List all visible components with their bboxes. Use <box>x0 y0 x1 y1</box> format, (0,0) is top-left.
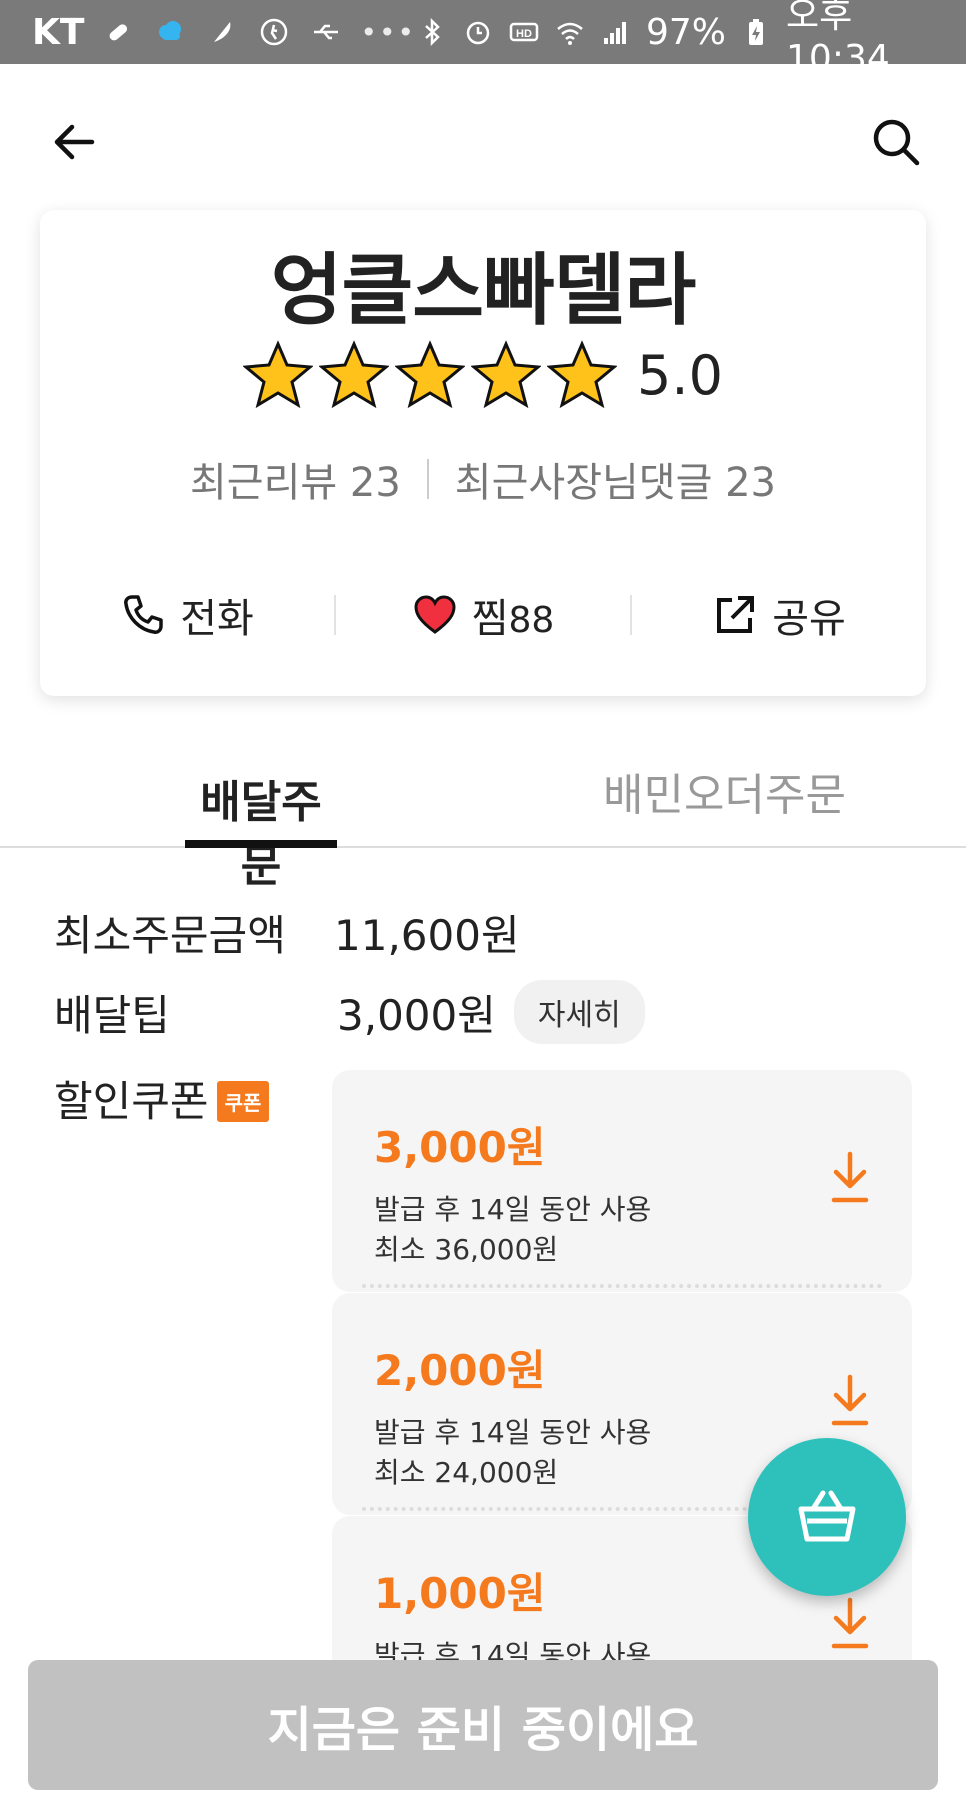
alarm-icon <box>462 14 494 50</box>
more-notifications-icon: ••• <box>360 15 416 49</box>
search-button[interactable] <box>866 112 926 172</box>
coupon-minimum: 최소 36,000원 <box>374 1233 559 1266</box>
usb-icon <box>308 14 344 50</box>
phone-icon <box>124 595 163 634</box>
shop-info-card: 엉클스빠델라 5.0 최근리뷰 23 최근사장님댓글 23 전화 찜88 공유 <box>40 210 926 696</box>
coupon-card[interactable]: 3,000원 발급 후 14일 동안 사용 최소 36,000원 <box>332 1070 912 1292</box>
coupon-tag-icon: 쿠폰 <box>216 1081 270 1122</box>
delivery-tip-row: 배달팁 3,000원 자세히 <box>54 980 645 1044</box>
recent-reviews-link[interactable]: 최근리뷰 23 <box>190 450 401 508</box>
bluetooth-icon <box>416 14 448 50</box>
coupon-amount: 2,000원 <box>374 1346 546 1395</box>
coupon-label-text: 할인쿠폰 <box>54 1077 209 1126</box>
search-icon <box>873 119 920 166</box>
battery-charging-icon <box>740 14 772 50</box>
recent-owner-comments-link[interactable]: 최근사장님댓글 23 <box>455 450 776 508</box>
feather-icon <box>204 14 240 50</box>
call-label: 전화 <box>180 596 254 642</box>
cloud-icon <box>152 14 188 50</box>
carrier-label: KT <box>32 11 85 53</box>
back-button[interactable] <box>44 112 104 172</box>
min-order-label: 최소주문금액 <box>54 911 286 960</box>
signal-icon <box>600 14 632 50</box>
status-bar: KT ••• HD 97% 오후 10:34 <box>0 0 966 79</box>
favorite-count: 88 <box>508 600 555 641</box>
battery-percent: 97% <box>646 11 727 53</box>
star-icon <box>547 340 618 410</box>
delivery-tip-value: 3,000원 <box>337 990 496 1040</box>
favorite-button[interactable]: 찜88 <box>336 586 630 644</box>
tab-baemin-order[interactable]: 배민오더주문 <box>483 736 966 846</box>
delivery-tip-detail-button[interactable]: 자세히 <box>513 980 645 1044</box>
basket-icon <box>798 1490 856 1542</box>
favorite-label: 찜 <box>471 596 509 642</box>
active-tab-indicator <box>185 840 337 848</box>
call-button[interactable]: 전화 <box>40 586 334 644</box>
coupon-perforation <box>362 1284 882 1292</box>
back-arrow-icon <box>54 124 95 160</box>
star-icon <box>319 340 390 410</box>
star-icon <box>471 340 542 410</box>
walking-icon <box>256 14 292 50</box>
delivery-tip-label: 배달팁 <box>54 990 170 1040</box>
order-type-tabs: 배달주문 배민오더주문 <box>0 736 966 892</box>
cart-button[interactable] <box>748 1438 906 1596</box>
rating-value: 5.0 <box>637 343 723 407</box>
svg-text:HD: HD <box>516 28 532 40</box>
tab-delivery-order[interactable]: 배달주문 <box>0 736 483 892</box>
tab-label: 배달주문 <box>200 777 322 892</box>
order-not-ready-button[interactable]: 지금은 준비 중이에요 <box>28 1660 938 1790</box>
download-icon[interactable] <box>824 1150 876 1206</box>
coupon-label: 할인쿠폰 쿠폰 <box>54 1068 270 1129</box>
star-icon <box>395 340 466 410</box>
share-button[interactable]: 공유 <box>632 586 926 644</box>
hd-icon: HD <box>508 14 540 50</box>
star-icon <box>243 340 314 410</box>
review-summary: 최근리뷰 23 최근사장님댓글 23 <box>40 450 926 508</box>
app-bar <box>0 64 966 214</box>
share-label: 공유 <box>772 596 846 642</box>
pill-icon <box>100 14 136 50</box>
coupon-minimum: 최소 24,000원 <box>374 1456 559 1489</box>
coupon-validity: 발급 후 14일 동안 사용 <box>374 1416 652 1449</box>
coupon-validity: 발급 후 14일 동안 사용 <box>374 1193 652 1226</box>
shop-name: 엉클스빠델라 <box>270 246 697 336</box>
min-order-value: 11,600원 <box>334 911 520 960</box>
coupon-amount: 3,000원 <box>374 1123 546 1172</box>
rating-row: 5.0 <box>40 340 926 410</box>
review-divider <box>426 459 429 499</box>
coupon-amount: 1,000원 <box>374 1569 546 1618</box>
min-order-row: 최소주문금액 11,600원 <box>54 902 520 963</box>
wifi-icon <box>554 14 586 50</box>
tab-label: 배민오더주문 <box>603 770 846 821</box>
download-icon[interactable] <box>824 1596 876 1652</box>
download-icon[interactable] <box>824 1373 876 1429</box>
coupon-row: 할인쿠폰 쿠폰 <box>54 1068 270 1129</box>
share-icon <box>717 596 755 633</box>
shop-actions: 전화 찜88 공유 <box>40 580 926 650</box>
heart-icon <box>414 595 456 634</box>
